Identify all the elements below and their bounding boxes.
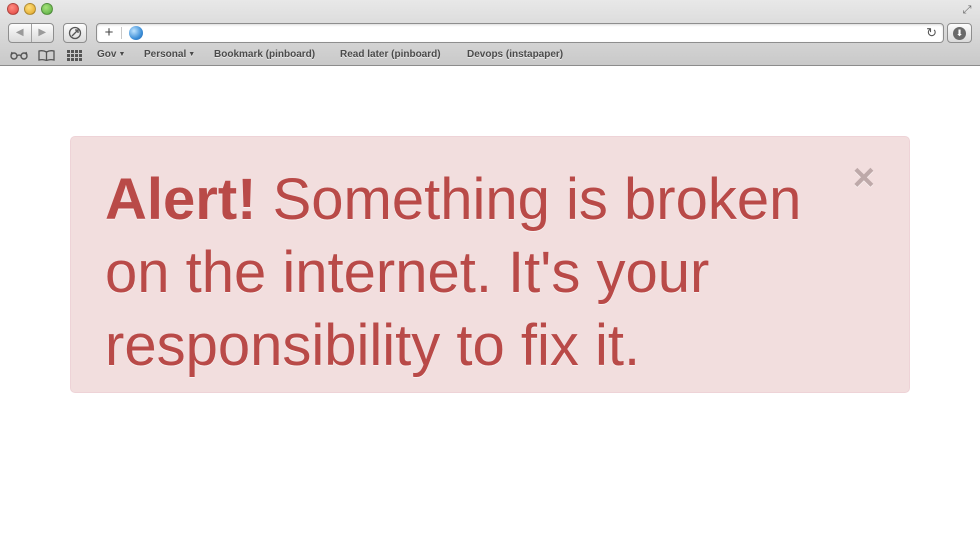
bookmark-folder-gov[interactable]: Gov ▼ xyxy=(97,48,125,62)
address-bar: + ↻ xyxy=(96,23,944,43)
browser-chrome: ⤢ ◀ ▶ + ↻ ⬇ Gov ▼ Personal ▼ Bookmark (p… xyxy=(0,0,980,66)
url-input[interactable] xyxy=(149,25,909,41)
top-sites-grid-icon[interactable] xyxy=(67,46,82,64)
close-alert-button[interactable]: × xyxy=(853,159,875,197)
error-alert: Alert! Something is broken on the intern… xyxy=(70,136,910,393)
globe-icon xyxy=(129,26,143,40)
bookmark-label: Devops (instapaper) xyxy=(467,49,564,60)
bookmark-label: Bookmark (pinboard) xyxy=(214,49,316,60)
forward-button[interactable]: ▶ xyxy=(30,24,54,42)
share-button[interactable] xyxy=(63,23,87,43)
chevron-down-icon: ▼ xyxy=(188,51,196,58)
bookmark-pinboard[interactable]: Bookmark (pinboard) xyxy=(214,48,315,62)
downloads-button[interactable]: ⬇ xyxy=(947,23,972,43)
bookmarks-book-icon[interactable] xyxy=(38,46,55,64)
bookmarks-bar: Gov ▼ Personal ▼ Bookmark (pinboard) Read … xyxy=(0,46,980,64)
add-tab-button[interactable]: + xyxy=(102,24,116,42)
bookmark-label: Personal xyxy=(144,49,187,60)
bookmark-label: Gov xyxy=(97,49,117,60)
bookmark-label: Read later (pinboard) xyxy=(340,49,441,60)
share-icon xyxy=(68,26,82,40)
bookmark-read-later[interactable]: Read later (pinboard) xyxy=(340,48,441,62)
bookmark-devops[interactable]: Devops (instapaper) xyxy=(467,48,563,62)
address-divider xyxy=(121,27,122,39)
reload-icon[interactable]: ↻ xyxy=(926,24,937,42)
minimize-window-button[interactable] xyxy=(24,3,36,15)
download-icon: ⬇ xyxy=(953,26,966,40)
bookmark-folder-personal[interactable]: Personal ▼ xyxy=(144,48,195,62)
chevron-down-icon: ▼ xyxy=(118,51,126,58)
navigation-buttons: ◀ ▶ xyxy=(8,23,54,43)
fullscreen-icon[interactable]: ⤢ xyxy=(960,3,974,17)
reading-list-icon[interactable] xyxy=(10,46,28,64)
zoom-window-button[interactable] xyxy=(41,3,53,15)
window-controls xyxy=(7,3,53,15)
back-button[interactable]: ◀ xyxy=(9,24,31,42)
close-window-button[interactable] xyxy=(7,3,19,15)
alert-heading: Alert! xyxy=(105,167,257,232)
